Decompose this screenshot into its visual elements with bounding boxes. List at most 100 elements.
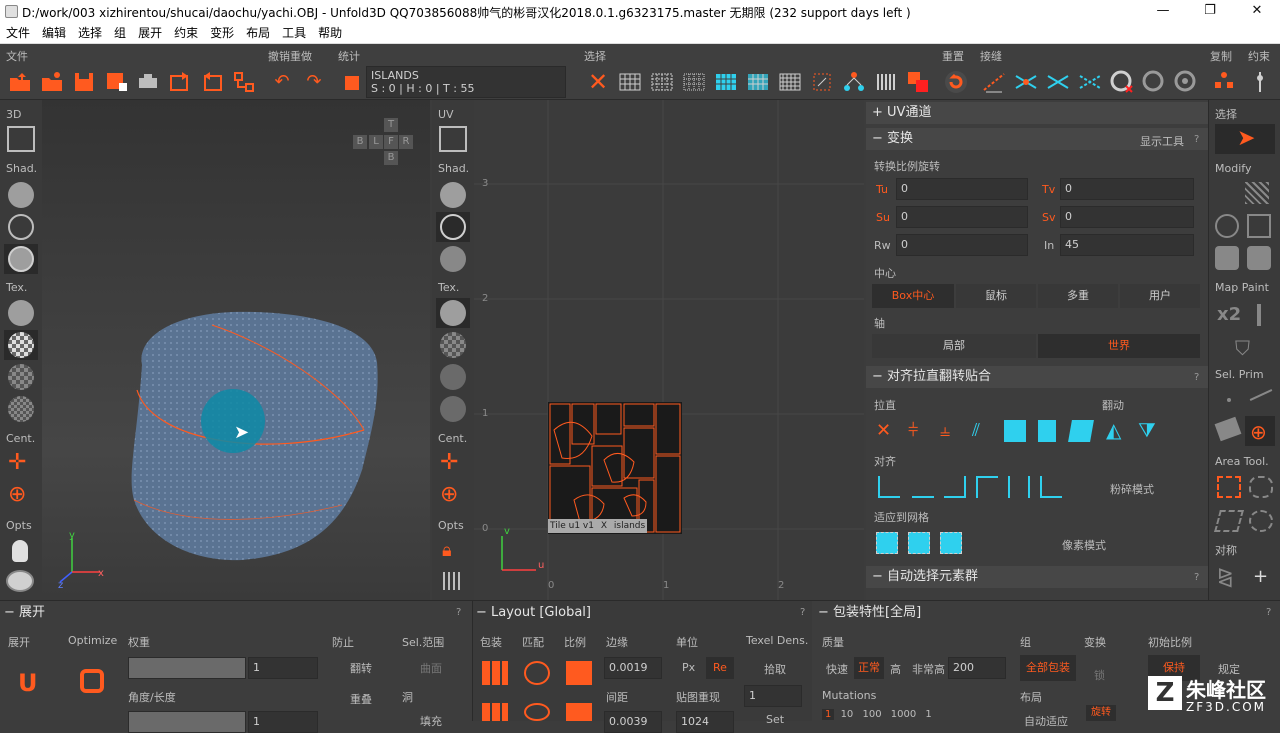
fr-symmetry-icon[interactable]: ⧎ — [1217, 564, 1234, 588]
pack-help[interactable]: ? — [1266, 607, 1271, 618]
pack-icon[interactable] — [482, 661, 508, 685]
uv-texture-3-icon[interactable] — [440, 396, 466, 422]
quality-fast[interactable]: 快速 — [826, 661, 848, 677]
fr-face-icon[interactable] — [1214, 416, 1242, 442]
quality-normal[interactable]: 正常 — [854, 657, 884, 679]
center-box-button[interactable]: Box中心 — [872, 284, 954, 308]
menu-group[interactable]: 组 — [108, 24, 132, 42]
deselect-icon[interactable]: ✕ — [586, 70, 610, 94]
optimize-icon[interactable] — [80, 669, 104, 693]
grid-select-grow-icon[interactable] — [778, 70, 802, 94]
center-multi-button[interactable]: 多重 — [1038, 284, 1118, 308]
seam-cut-icon[interactable] — [982, 70, 1006, 94]
uv-center-target-icon[interactable]: ⊕ — [440, 482, 458, 507]
grid-select-all-icon[interactable] — [714, 70, 738, 94]
pack-header[interactable]: − 包装特性[全局] — [818, 603, 921, 623]
uv-lock-icon[interactable]: 🔒︎ — [442, 540, 452, 561]
fr-plane-icon[interactable] — [1247, 214, 1271, 238]
view-cube-top[interactable]: T — [384, 118, 398, 132]
menu-deform[interactable]: 变形 — [204, 24, 240, 42]
fr-pin-icon[interactable] — [1257, 304, 1261, 326]
fit-grid-1-icon[interactable] — [876, 532, 898, 554]
seam-ring-icon[interactable] — [1078, 70, 1102, 94]
menu-help[interactable]: 帮助 — [312, 24, 348, 42]
seam-auto-1-icon[interactable] — [1142, 70, 1166, 94]
auto-select-help[interactable]: ? — [1194, 572, 1199, 583]
select-overlap-icon[interactable] — [906, 70, 930, 94]
menu-unfold[interactable]: 展开 — [132, 24, 168, 42]
transform-help[interactable]: ? — [1194, 134, 1199, 145]
texture-none-icon[interactable] — [8, 300, 34, 326]
grid-select-2-icon[interactable] — [650, 70, 674, 94]
grid-select-1-icon[interactable] — [618, 70, 642, 94]
fr-select-arrow-icon[interactable]: ➤ — [1237, 126, 1255, 151]
fr-shield-icon[interactable]: ⛉ — [1235, 336, 1250, 360]
quality-value[interactable]: 200 — [948, 657, 1006, 679]
align-top-icon[interactable] — [976, 476, 998, 498]
straighten-2-icon[interactable]: ⫩ — [908, 420, 930, 442]
fr-lasso-icon[interactable] — [1249, 476, 1273, 498]
texture-checker-2-icon[interactable] — [8, 364, 34, 390]
center-user-button[interactable]: 用户 — [1120, 284, 1200, 308]
stats-icon[interactable] — [340, 70, 364, 94]
show-tools-link[interactable]: 显示工具 — [1140, 133, 1184, 149]
fill-toggle[interactable]: 填充 — [420, 713, 442, 729]
save-icon[interactable] — [72, 70, 96, 94]
select-similar-icon[interactable] — [810, 70, 834, 94]
align-center-v-icon[interactable] — [1008, 476, 1030, 498]
grid-select-invert-icon[interactable] — [746, 70, 770, 94]
fr-symmetry-plus-icon[interactable]: + — [1253, 566, 1268, 587]
tv-field[interactable]: 0 — [1060, 178, 1194, 200]
auto-select-header[interactable]: − 自动选择元素群 — [866, 566, 1208, 588]
pick-button[interactable]: 拾取 — [764, 661, 786, 677]
lock-toggle[interactable]: 锁 — [1094, 667, 1105, 683]
save-as-icon[interactable] — [104, 70, 128, 94]
export-mesh-icon[interactable] — [200, 70, 224, 94]
shading-solid-icon[interactable] — [8, 182, 34, 208]
view-cube-front[interactable]: F — [384, 135, 398, 149]
shading-wire-solid-icon[interactable] — [8, 246, 34, 272]
uv-shading-wire-solid-icon[interactable] — [440, 246, 466, 272]
minimize-button[interactable]: — — [1140, 0, 1186, 24]
shading-wire-icon[interactable] — [8, 214, 34, 240]
fr-island-icon[interactable]: ⊕ — [1250, 420, 1267, 444]
restore-button[interactable]: ❐ — [1187, 0, 1233, 24]
pack-icon-2[interactable] — [482, 703, 508, 721]
layout-help[interactable]: ? — [800, 607, 805, 618]
align-right-icon[interactable] — [944, 476, 966, 498]
fr-sphere-icon[interactable] — [1215, 214, 1239, 238]
match-icon-2[interactable] — [524, 703, 550, 721]
ratio-icon[interactable] — [566, 661, 592, 685]
unit-px-button[interactable]: Px — [682, 661, 695, 674]
spacing-field[interactable]: 0.0039 — [604, 711, 662, 733]
ground-icon[interactable] — [6, 570, 34, 592]
uv-channel-header[interactable]: + UV通道 — [866, 102, 1208, 124]
angle-value[interactable]: 1 — [248, 711, 318, 733]
menu-tools[interactable]: 工具 — [276, 24, 312, 42]
mutations-options[interactable]: 1 10 100 1000 1 — [822, 709, 935, 723]
axis-world-button[interactable]: 世界 — [1038, 334, 1200, 358]
texture-checker-icon[interactable] — [8, 332, 34, 358]
straighten-diag-icon[interactable]: ⫽ — [972, 420, 994, 442]
texture-checker-3-icon[interactable] — [8, 396, 34, 422]
fit-grid-3-icon[interactable] — [940, 532, 962, 554]
uv-grid-icon[interactable] — [443, 572, 463, 590]
menu-file[interactable]: 文件 — [0, 24, 36, 42]
overlap-toggle[interactable]: 重叠 — [350, 691, 372, 707]
view-cube-back[interactable]: B — [353, 135, 367, 149]
tu-field[interactable]: 0 — [896, 178, 1028, 200]
center-cross-icon[interactable]: ✛ — [8, 450, 26, 475]
copy-icon[interactable] — [1212, 70, 1236, 94]
center-target-icon[interactable]: ⊕ — [8, 482, 26, 507]
view-cube-bottom[interactable]: B — [384, 151, 398, 165]
ratio-icon-2[interactable] — [566, 703, 592, 721]
close-button[interactable]: ✕ — [1234, 0, 1280, 24]
frame-3d-icon[interactable] — [7, 126, 35, 152]
uv-texture-none-icon[interactable] — [440, 300, 466, 326]
tile-close-button[interactable]: X — [597, 521, 611, 531]
straighten-col-icon[interactable] — [1038, 420, 1056, 442]
straighten-1-icon[interactable]: ✕ — [876, 420, 898, 442]
layout-header[interactable]: − Layout [Global] — [476, 603, 591, 623]
rotate-button[interactable]: 旋转 — [1086, 705, 1116, 721]
uv-texture-2-icon[interactable] — [440, 364, 466, 390]
